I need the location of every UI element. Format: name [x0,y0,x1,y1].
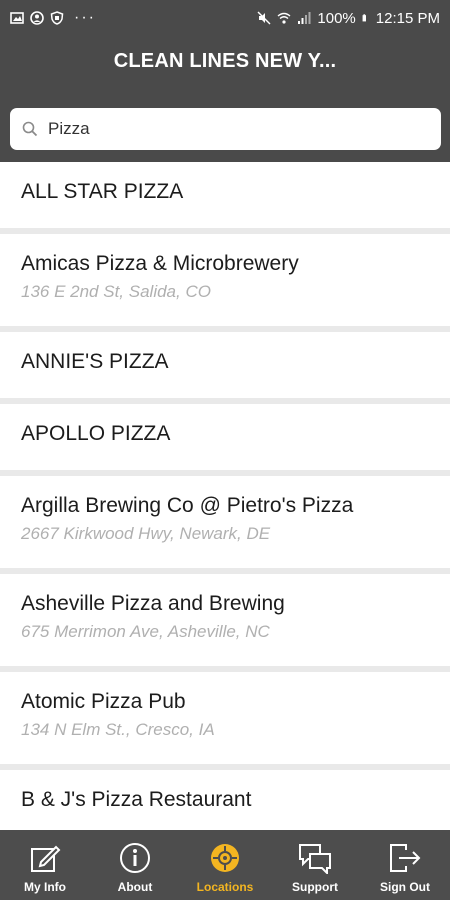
tab-my-info[interactable]: My Info [0,830,90,900]
wifi-icon [277,12,291,24]
list-item[interactable]: B & J's Pizza Restaurant [0,770,450,830]
list-item[interactable]: ANNIE'S PIZZA [0,332,450,398]
location-name: Argilla Brewing Co @ Pietro's Pizza [21,494,354,517]
search-input[interactable] [46,118,410,140]
clock: 12:15 PM [375,9,440,27]
tab-label: Support [292,880,338,894]
tab-label: Locations [196,880,254,894]
edit-icon [31,845,61,872]
tab-support[interactable]: Support [270,830,360,900]
tab-about[interactable]: About [90,830,180,900]
signal-icon [298,12,311,24]
status-bar-right: 100% 12:15 PM [257,10,440,27]
tab-label: Sign Out [380,880,430,894]
list-item[interactable]: APOLLO PIZZA [0,404,450,470]
status-bar: ··· 100% 12:15 PM [0,0,450,36]
sign-out-icon [390,844,421,872]
status-bar-left: ··· [10,9,96,27]
location-address: 675 Merrimon Ave, Asheville, NC [21,622,270,641]
tab-locations[interactable]: Locations [180,830,270,900]
location-name: APOLLO PIZZA [21,422,171,445]
image-notification-icon [10,12,24,24]
location-name: B & J's Pizza Restaurant [21,788,252,811]
bottom-tab-bar: My Info About Locations Support Sign Out [0,830,450,900]
app-header: CLEAN LINES NEW Y... [0,36,450,162]
location-list[interactable]: ALL STAR PIZZA Amicas Pizza & Microbrewe… [0,162,450,830]
more-notifications-icon: ··· [74,9,96,26]
list-item[interactable]: Atomic Pizza Pub 134 N Elm St., Cresco, … [0,672,450,764]
tab-label: My Info [24,880,66,894]
battery-icon [362,14,366,22]
list-item[interactable]: Argilla Brewing Co @ Pietro's Pizza 2667… [0,476,450,568]
location-name: Atomic Pizza Pub [21,690,186,713]
location-name: Asheville Pizza and Brewing [21,592,285,615]
list-item[interactable]: Amicas Pizza & Microbrewery 136 E 2nd St… [0,234,450,326]
location-name: ALL STAR PIZZA [21,180,184,203]
shield-icon [50,11,64,25]
location-address: 2667 Kirkwood Hwy, Newark, DE [21,524,271,543]
location-name: Amicas Pizza & Microbrewery [21,252,299,275]
location-address: 134 N Elm St., Cresco, IA [21,720,215,739]
tab-label: About [117,880,153,894]
chat-icon [299,844,331,874]
page-title: CLEAN LINES NEW Y... [113,50,337,72]
search-bar[interactable] [10,108,441,150]
location-name: ANNIE'S PIZZA [21,350,169,373]
list-item[interactable]: ALL STAR PIZZA [0,162,450,228]
info-icon [120,843,150,873]
search-icon [22,121,38,137]
battery-percent: 100% [317,9,356,27]
tab-sign-out[interactable]: Sign Out [360,830,450,900]
mute-icon [257,11,271,25]
location-target-icon [211,844,239,872]
list-item[interactable]: Asheville Pizza and Brewing 675 Merrimon… [0,574,450,666]
location-address: 136 E 2nd St, Salida, CO [21,282,211,301]
account-circle-icon [30,11,44,25]
